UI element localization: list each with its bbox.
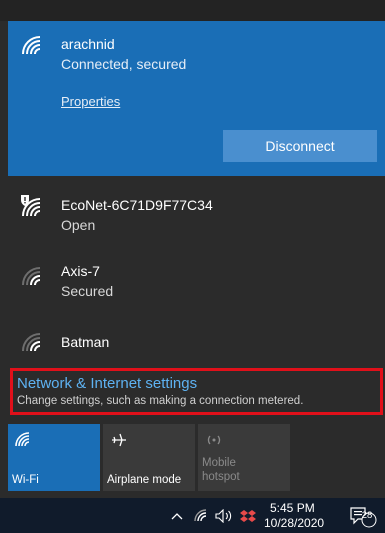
connected-network-status: Connected, secured: [61, 56, 187, 72]
network-name: Axis-7: [61, 263, 100, 279]
clock-time[interactable]: 5:45 PM: [270, 501, 315, 515]
connected-network-item[interactable]: arachnid Connected, secured Properties D…: [8, 21, 385, 176]
wifi-open-warning-icon: [20, 194, 46, 220]
connected-network-name: arachnid: [61, 36, 115, 52]
network-name: Batman: [61, 334, 110, 350]
wifi-signal-icon: [20, 34, 46, 60]
network-name: EcoNet-6C71D9F77C34: [61, 197, 213, 213]
dropbox-icon[interactable]: [237, 498, 259, 533]
mobile-hotspot-icon: [204, 430, 224, 450]
mobile-hotspot-tile[interactable]: Mobile hotspot: [198, 424, 290, 491]
wifi-tile-label: Wi-Fi: [12, 474, 39, 486]
wifi-tile[interactable]: Wi-Fi: [8, 424, 100, 491]
network-list-item[interactable]: EcoNet-6C71D9F77C34 Open: [8, 181, 385, 241]
airplane-icon: [109, 430, 129, 450]
wifi-secured-icon: [20, 263, 46, 289]
top-edge: [0, 0, 385, 21]
clock-date[interactable]: 10/28/2020: [264, 516, 324, 530]
network-list-item[interactable]: Batman: [8, 313, 385, 368]
network-tray-icon[interactable]: [191, 498, 211, 533]
disconnect-button[interactable]: Disconnect: [223, 130, 377, 162]
wifi-icon: [14, 430, 34, 450]
settings-title: Network & Internet settings: [17, 375, 198, 392]
settings-subtitle: Change settings, such as making a connec…: [17, 395, 304, 407]
network-list-item[interactable]: Axis-7 Secured: [8, 247, 385, 307]
taskbar: 5:45 PM 10/28/2020 28: [0, 498, 385, 533]
mobile-hotspot-label: Mobile hotspot: [202, 457, 240, 483]
notification-count-badge: 28: [361, 510, 373, 521]
airplane-mode-tile[interactable]: Airplane mode: [103, 424, 195, 491]
show-hidden-icons-chevron-up-icon[interactable]: [168, 498, 186, 533]
volume-icon[interactable]: [213, 498, 235, 533]
network-internet-settings-link[interactable]: Network & Internet settings Change setti…: [10, 368, 383, 415]
wifi-signal-icon: [20, 329, 46, 355]
properties-link[interactable]: Properties: [61, 94, 120, 109]
network-status: Open: [61, 217, 96, 233]
network-status: Secured: [61, 283, 114, 299]
airplane-mode-label: Airplane mode: [107, 474, 182, 486]
network-flyout: arachnid Connected, secured Properties D…: [8, 21, 385, 498]
